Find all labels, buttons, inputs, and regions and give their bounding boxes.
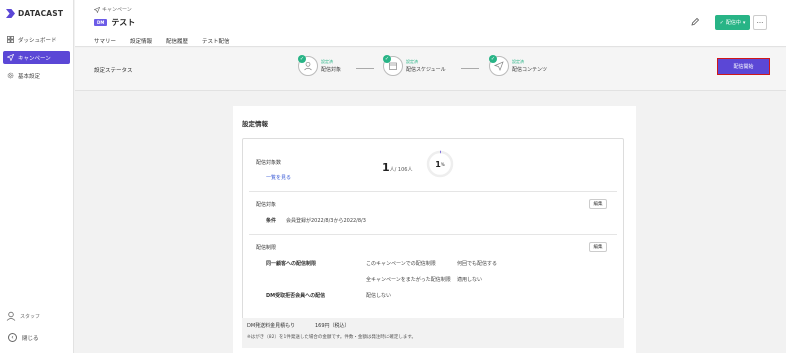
more-options-button[interactable]: ··· — [753, 15, 767, 30]
dm-reject-value: 配信しない — [366, 293, 392, 299]
page-header: キャンペーン DM テスト サマリー 設定情報 配信履歴 テスト配信 ✓ 配信中… — [75, 0, 786, 50]
step-status: 設定済 — [512, 59, 524, 64]
send-icon — [94, 6, 100, 13]
step-target[interactable]: ✓ 設定済 配信対象 — [298, 55, 342, 76]
restriction-section-title: 配信制限 — [256, 245, 277, 251]
logo-text: DATACAST — [18, 8, 64, 18]
check-icon: ✓ — [298, 55, 306, 63]
sidebar-item-settings[interactable]: 基本設定 — [3, 69, 70, 82]
send-icon — [7, 54, 14, 61]
sidebar-item-label: 基本設定 — [18, 73, 41, 80]
campaign-limit-value: 何回でも配信する — [457, 261, 498, 267]
staff-account[interactable]: スタッフ — [6, 311, 40, 321]
breadcrumb-label: キャンペーン — [102, 7, 132, 13]
close-label: 閉じる — [22, 335, 39, 342]
sidebar-item-label: キャンペーン — [18, 55, 51, 62]
more-icon: ··· — [756, 18, 764, 27]
step-connector — [461, 68, 479, 69]
step-name: 配信対象 — [321, 67, 342, 73]
condition-value: 会員登録が2022/8/3から2022/8/3 — [286, 218, 366, 224]
step-icon-circle: ✓ — [383, 55, 403, 76]
sidebar-item-campaign[interactable]: キャンペーン — [3, 51, 70, 64]
divider — [249, 234, 617, 235]
check-icon: ✓ — [489, 55, 497, 63]
fee-value: 169円（税込） — [315, 323, 350, 329]
target-count-label: 配信対象数 — [256, 160, 282, 166]
step-icon-circle: ✓ — [489, 55, 509, 76]
step-content[interactable]: ✓ 設定済 配信コンテンツ — [489, 55, 548, 76]
status-label: 配信中 — [725, 20, 741, 26]
collapse-sidebar-button[interactable]: ‹ 閉じる — [8, 333, 39, 342]
edit-restriction-button[interactable]: 編集 — [589, 242, 607, 252]
sidebar-item-dashboard[interactable]: ダッシュボード — [3, 33, 70, 46]
datacast-logo-icon — [6, 8, 15, 18]
step-status: 設定済 — [406, 59, 418, 64]
dm-badge: DM — [94, 19, 108, 26]
step-icon-circle: ✓ — [298, 55, 318, 76]
cross-campaign-limit-label: 全キャンペーンをまたがった配信制限 — [366, 277, 451, 283]
strip-label: 設定ステータス — [94, 68, 133, 74]
dm-reject-label: DM受取拒否会員への配信 — [266, 293, 326, 299]
edit-target-button[interactable]: 編集 — [589, 199, 607, 209]
settings-card: 配信対象数 一覧を見る 1人/ 106人 1% 配信対象 編集 条件 会員登録が… — [242, 138, 624, 321]
condition-label: 条件 — [266, 218, 277, 224]
count-unit: 人/ 106人 — [389, 167, 413, 173]
breadcrumb[interactable]: キャンペーン — [94, 6, 132, 13]
settings-status-strip: 設定ステータス ✓ 設定済 配信対象 ✓ 設定済 配信スケジュール ✓ 設定済 … — [75, 48, 786, 91]
target-count: 1人/ 106人 — [382, 161, 412, 174]
sidebar-item-label: ダッシュボード — [18, 37, 57, 44]
step-name: 配信コンテンツ — [512, 67, 548, 73]
grid-icon — [7, 36, 14, 43]
percent-value: 1% — [426, 150, 454, 178]
gear-icon — [7, 72, 14, 79]
fee-label: DM発送料金見積もり — [247, 323, 296, 329]
fee-note: ※はがき（82）を1件発送した場合の金額です。件数・金額は発注時に確定します。 — [247, 335, 416, 340]
sidebar: DATACAST ダッシュボード キャンペーン 基本設定 スタッフ ‹ 閉じる — [0, 0, 74, 353]
same-customer-label: 同一顧客への配信制限 — [266, 261, 317, 267]
cross-campaign-limit-value: 適用しない — [457, 277, 483, 283]
step-status: 設定済 — [321, 59, 333, 64]
fee-estimate-box — [242, 318, 624, 348]
person-icon — [304, 61, 312, 71]
start-delivery-button[interactable]: 配信開始 — [717, 58, 770, 75]
view-list-link[interactable]: 一覧を見る — [266, 174, 291, 181]
campaign-limit-label: このキャンペーンでの配信制限 — [366, 261, 436, 267]
step-schedule[interactable]: ✓ 設定済 配信スケジュール — [383, 55, 446, 76]
step-connector — [356, 68, 374, 69]
target-section-title: 配信対象 — [256, 202, 277, 208]
page-title: テスト — [111, 18, 136, 27]
status-button[interactable]: ✓ 配信中 ▾ — [715, 15, 750, 30]
divider — [249, 191, 617, 192]
title-row: DM テスト — [94, 17, 135, 28]
chevron-left-icon: ‹ — [8, 333, 17, 342]
step-name: 配信スケジュール — [406, 67, 446, 73]
percent-unit: % — [440, 161, 445, 167]
section-title: 設定情報 — [242, 120, 268, 128]
chevron-down-icon: ▾ — [742, 19, 746, 26]
check-icon: ✓ — [719, 19, 724, 26]
paper-plane-icon — [494, 61, 504, 71]
count-value: 1 — [382, 161, 390, 174]
user-icon — [6, 311, 16, 321]
pencil-icon[interactable] — [690, 17, 700, 27]
settings-panel: 設定情報 配信対象数 一覧を見る 1人/ 106人 1% 配信対象 編集 条件 … — [233, 106, 636, 353]
calendar-icon — [389, 62, 397, 70]
logo[interactable]: DATACAST — [6, 7, 63, 19]
check-icon: ✓ — [383, 55, 391, 63]
staff-label: スタッフ — [20, 313, 41, 320]
